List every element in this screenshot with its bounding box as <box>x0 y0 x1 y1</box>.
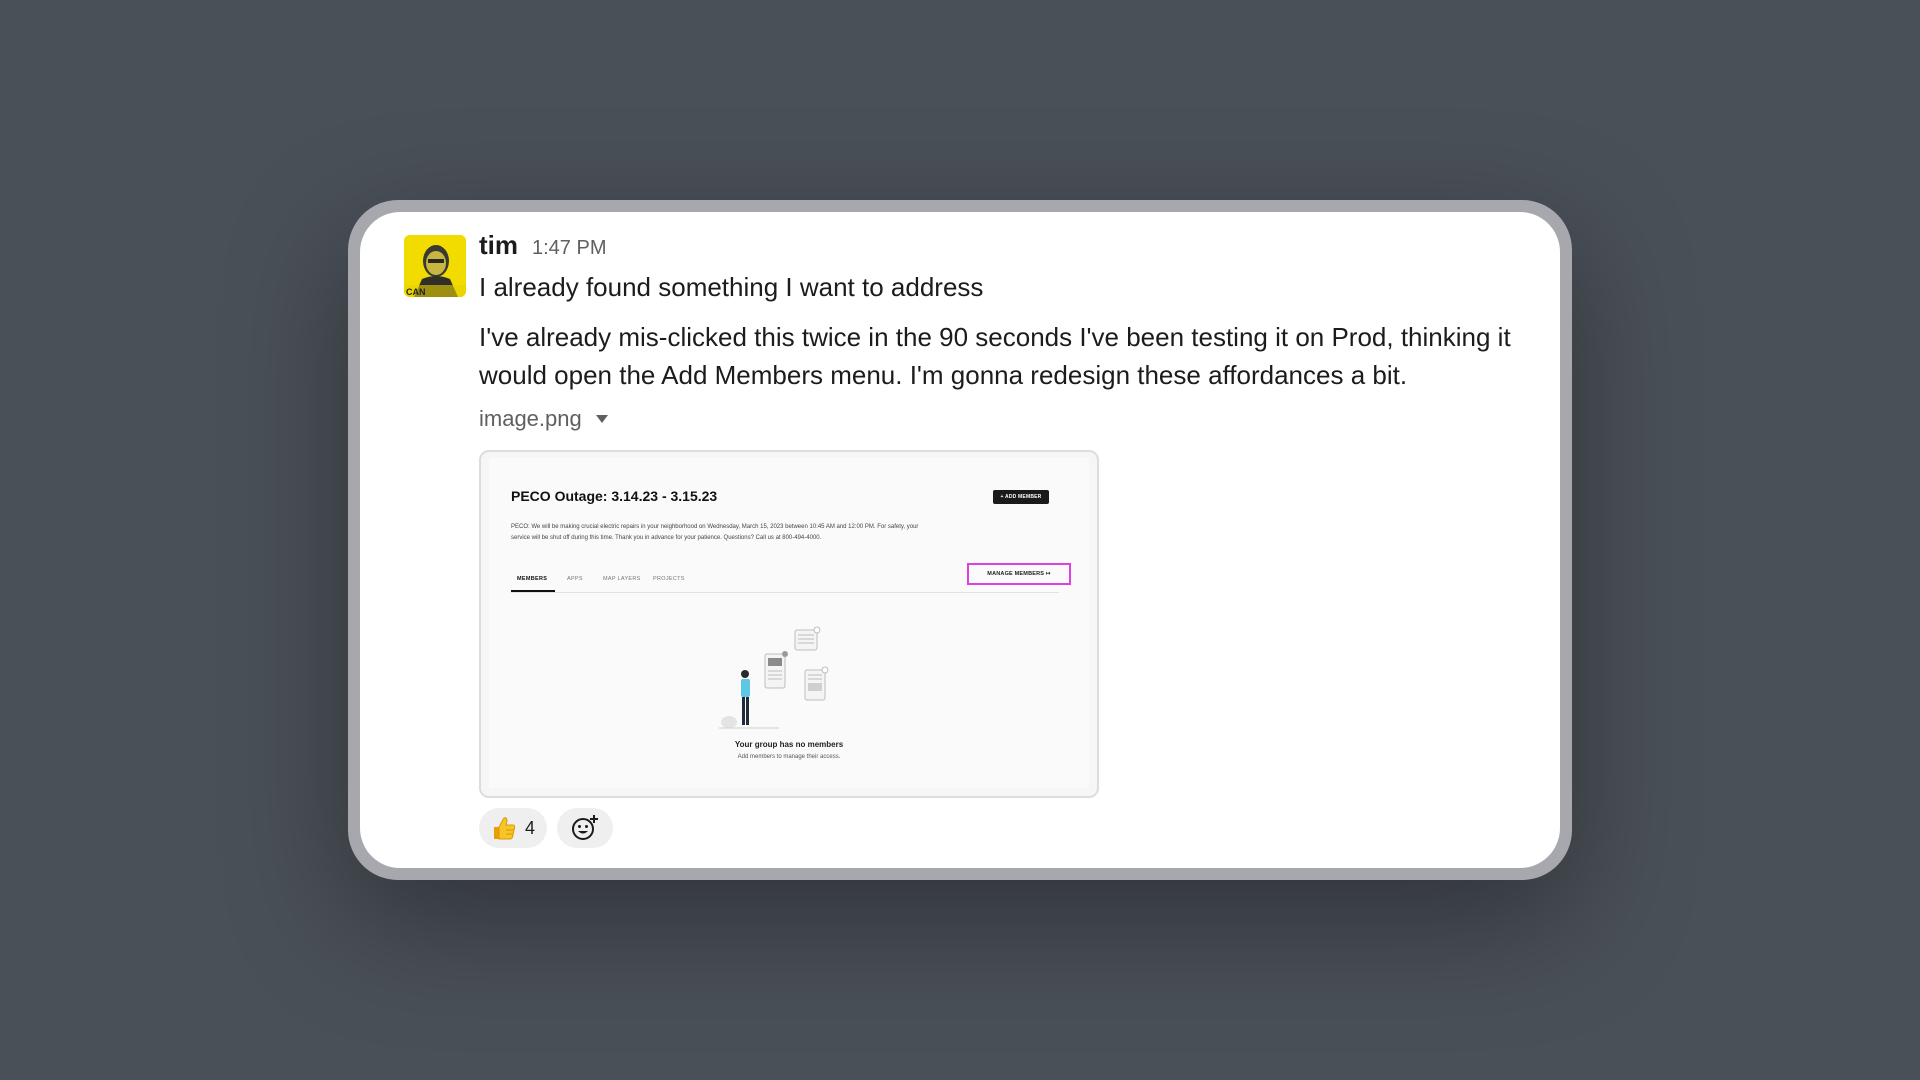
message-line-1: I already found something I want to addr… <box>479 272 984 302</box>
add-reaction-icon <box>572 815 598 840</box>
screenshot-page: PECO Outage: 3.14.23 - 3.15.23 + ADD MEM… <box>489 458 1089 788</box>
thumbs-up-icon <box>493 817 516 840</box>
empty-state-illustration <box>719 626 829 729</box>
tab-projects: PROJECTS <box>653 576 685 582</box>
avatar[interactable]: CAN <box>404 235 466 297</box>
tab-members: MEMBERS <box>517 576 548 582</box>
manage-members-button: MANAGE MEMBERS ↦ <box>967 563 1071 585</box>
active-tab-underline <box>511 590 555 592</box>
caret-down-icon[interactable] <box>595 415 608 423</box>
window-frame: CAN tim 1:47 PM I already found somethin… <box>348 200 1572 880</box>
screenshot-description: PECO: We will be making crucial electric… <box>511 524 919 541</box>
tab-apps: APPS <box>567 576 583 582</box>
thumbs-up-count: 4 <box>524 817 535 838</box>
username[interactable]: tim <box>479 230 518 261</box>
thumbs-up-reaction[interactable]: 4 <box>479 808 547 848</box>
add-member-button: + ADD MEMBER <box>993 490 1049 504</box>
attachment-header[interactable]: image.png <box>479 404 1539 434</box>
message-card: CAN tim 1:47 PM I already found somethin… <box>360 212 1560 868</box>
empty-state-title: Your group has no members <box>734 740 844 749</box>
svg-text:CAN: CAN <box>406 287 426 297</box>
message-header: tim 1:47 PM <box>479 230 1539 270</box>
add-reaction-button[interactable] <box>557 808 613 848</box>
timestamp[interactable]: 1:47 PM <box>532 237 606 260</box>
message-body: tim 1:47 PM I already found something I … <box>479 230 1539 434</box>
screenshot-title: PECO Outage: 3.14.23 - 3.15.23 <box>511 488 718 504</box>
attachment-filename[interactable]: image.png <box>479 406 582 432</box>
reactions-bar: 4 <box>479 808 613 848</box>
message-paragraph: I've already mis-clicked this twice in t… <box>479 322 1511 390</box>
avatar-image: CAN <box>404 235 466 297</box>
empty-state-subtitle: Add members to manage their access. <box>737 754 841 760</box>
tab-map-layers: MAP LAYERS <box>603 576 641 582</box>
attachment-image[interactable]: PECO Outage: 3.14.23 - 3.15.23 + ADD MEM… <box>479 450 1099 798</box>
